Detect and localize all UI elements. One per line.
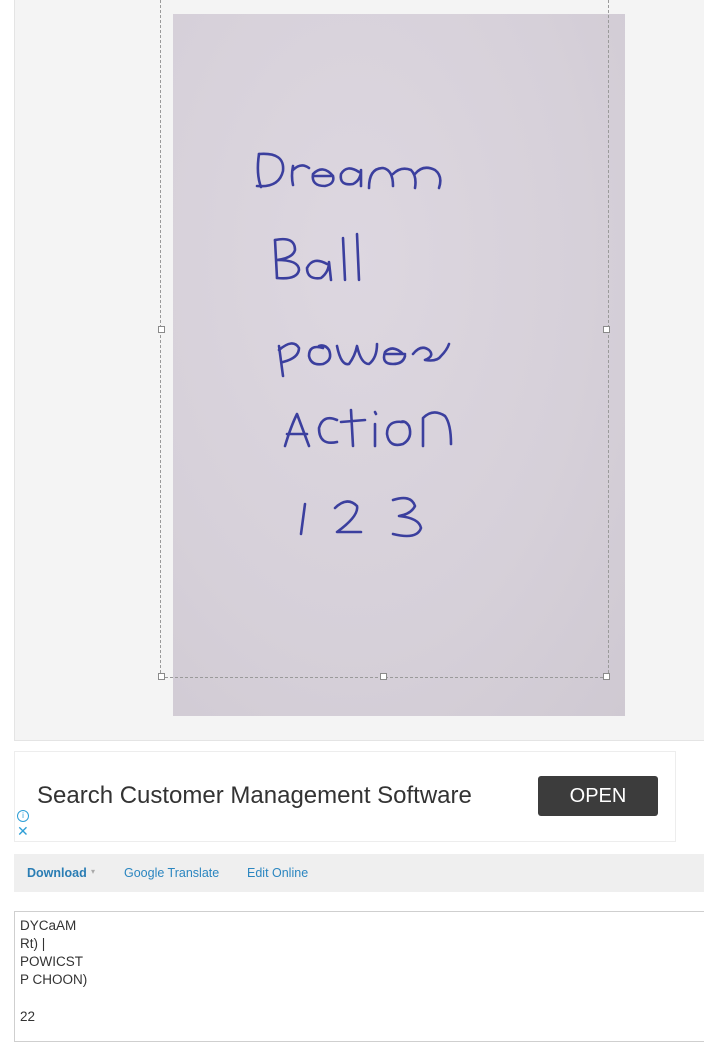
download-button[interactable]: Download [27,866,87,880]
ocr-line: 22 [20,1009,36,1024]
uploaded-image [173,14,625,716]
ocr-line: P CHOON) [20,972,88,987]
crop-handle-bottom-right[interactable] [603,673,610,680]
ad-info-icon[interactable]: i [17,810,29,822]
handwritten-note-image [255,152,453,538]
ocr-output-textarea[interactable]: DYCaAM Rt) | POWICST P CHOON) 22 [14,911,704,1042]
ocr-line: POWICST [20,954,83,969]
ad-close-icon[interactable]: ✕ [17,824,29,838]
handwriting-power [277,342,451,378]
ocr-line: DYCaAM [20,918,77,933]
edit-online-link[interactable]: Edit Online [247,866,308,880]
handwriting-dream [255,152,442,190]
crop-border-left [160,0,161,678]
ad-banner[interactable]: Search Customer Management Software OPEN… [14,751,676,842]
ad-headline[interactable]: Search Customer Management Software [37,782,472,810]
ocr-line: Rt) | [20,936,46,951]
ad-open-button[interactable]: OPEN [538,776,658,816]
result-toolbar: Download ▾ Google Translate Edit Online [14,854,704,892]
crop-handle-left[interactable] [158,326,165,333]
chevron-down-icon[interactable]: ▾ [91,867,95,876]
google-translate-link[interactable]: Google Translate [124,866,219,880]
handwriting-ball [273,232,361,282]
image-preview-area [14,0,704,741]
handwriting-action [283,408,453,448]
crop-handle-bottom-left[interactable] [158,673,165,680]
crop-handle-right[interactable] [603,326,610,333]
crop-handle-bottom[interactable] [380,673,387,680]
crop-border-right [608,0,609,678]
handwriting-123 [299,496,423,538]
